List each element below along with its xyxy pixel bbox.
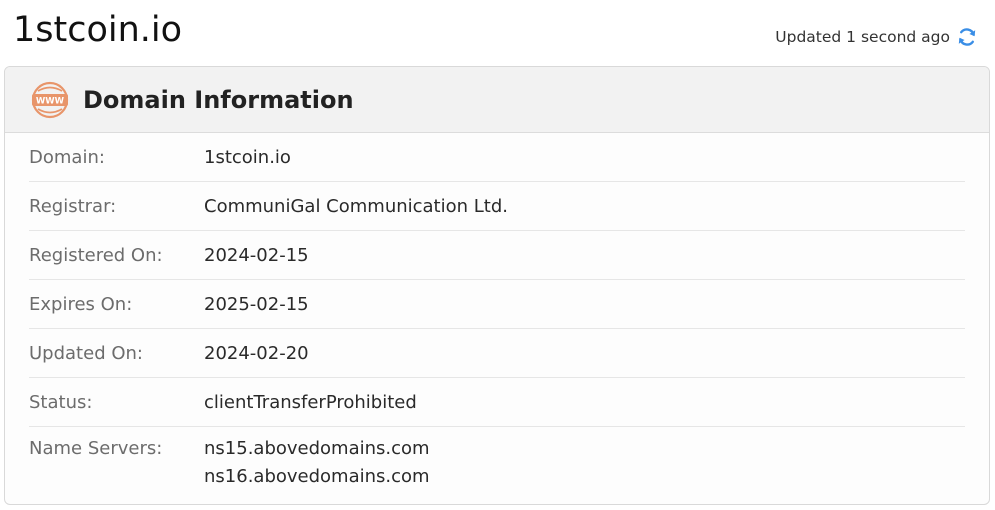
row-expires-on: Expires On: 2025-02-15 bbox=[29, 280, 965, 329]
label-registrar: Registrar: bbox=[29, 195, 117, 217]
domain-info-card: WWW Domain Information Domain: 1stcoin.i… bbox=[4, 66, 990, 505]
label-status: Status: bbox=[29, 391, 93, 413]
www-icon-text: WWW bbox=[36, 96, 65, 106]
value-registrar: CommuniGal Communication Ltd. bbox=[204, 195, 508, 217]
name-server-item: ns15.abovedomains.com bbox=[204, 438, 430, 459]
card-header: WWW Domain Information bbox=[5, 67, 989, 133]
refresh-icon[interactable] bbox=[956, 26, 978, 48]
row-registrar: Registrar: CommuniGal Communication Ltd. bbox=[29, 182, 965, 231]
info-rows: Domain: 1stcoin.io Registrar: CommuniGal… bbox=[5, 133, 989, 491]
updated-status: Updated 1 second ago bbox=[775, 26, 978, 48]
value-expires-on: 2025-02-15 bbox=[204, 293, 309, 315]
label-expires-on: Expires On: bbox=[29, 293, 133, 315]
label-name-servers: Name Servers: bbox=[29, 438, 163, 459]
name-server-item: ns16.abovedomains.com bbox=[204, 466, 430, 487]
value-registered-on: 2024-02-15 bbox=[204, 244, 309, 266]
page: 1stcoin.io Updated 1 second ago WWW Doma… bbox=[0, 0, 995, 510]
label-domain: Domain: bbox=[29, 146, 105, 168]
value-updated-on: 2024-02-20 bbox=[204, 342, 309, 364]
label-registered-on: Registered On: bbox=[29, 244, 163, 266]
label-updated-on: Updated On: bbox=[29, 342, 143, 364]
value-domain: 1stcoin.io bbox=[204, 146, 291, 168]
name-server-list: ns15.abovedomains.com ns16.abovedomains.… bbox=[204, 435, 430, 491]
row-domain: Domain: 1stcoin.io bbox=[29, 133, 965, 182]
page-title: 1stcoin.io bbox=[13, 10, 183, 50]
updated-text: Updated 1 second ago bbox=[775, 28, 950, 46]
row-updated-on: Updated On: 2024-02-20 bbox=[29, 329, 965, 378]
row-status: Status: clientTransferProhibited bbox=[29, 378, 965, 427]
www-icon: WWW bbox=[30, 80, 70, 120]
value-status: clientTransferProhibited bbox=[204, 391, 417, 413]
row-name-servers: Name Servers: ns15.abovedomains.com ns16… bbox=[29, 427, 965, 491]
row-registered-on: Registered On: 2024-02-15 bbox=[29, 231, 965, 280]
card-title: Domain Information bbox=[83, 85, 354, 114]
